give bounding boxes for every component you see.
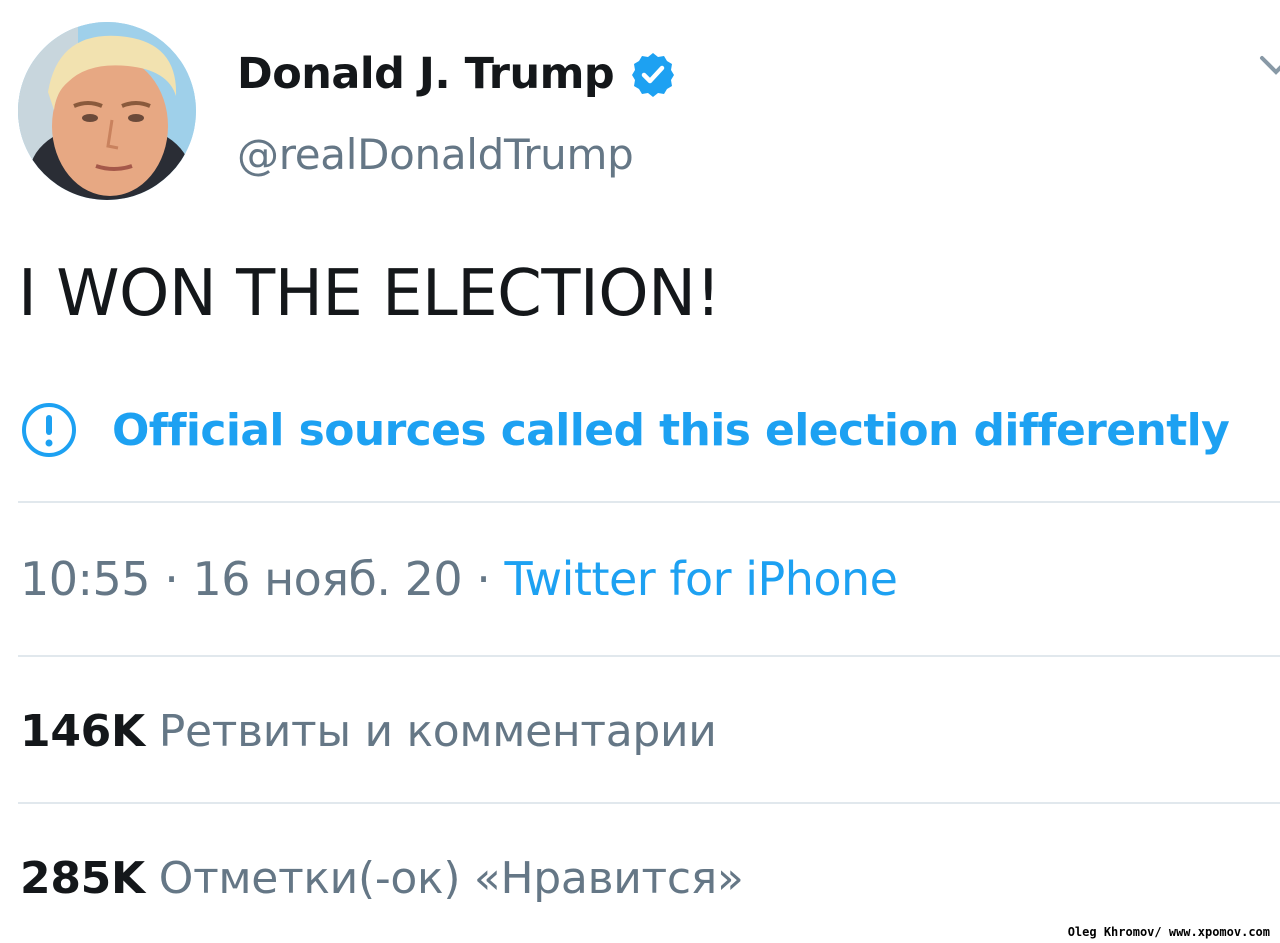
retweets-label: Ретвиты и комментарии: [158, 706, 717, 757]
likes-label: Отметки(-ок) «Нравится»: [158, 853, 744, 904]
watermark: Oleg Khromov/ www.xpomov.com: [1067, 925, 1270, 939]
meta-separator: ·: [164, 552, 179, 606]
tweet-time: 10:55: [20, 552, 151, 606]
avatar-portrait-icon: [18, 22, 196, 200]
tweet-date: 16 нояб. 20: [192, 552, 463, 606]
retweets-stat[interactable]: 146K Ретвиты и комментарии: [20, 706, 717, 757]
chevron-down-icon[interactable]: [1256, 52, 1280, 82]
author-name-row[interactable]: Donald J. Trump: [237, 44, 676, 104]
retweets-count: 146K: [20, 706, 145, 757]
meta-separator: ·: [476, 552, 491, 606]
election-notice[interactable]: Official sources called this election di…: [20, 400, 1230, 460]
display-name[interactable]: Donald J. Trump: [237, 49, 615, 99]
exclamation-circle-icon: [20, 401, 78, 459]
divider: [18, 501, 1280, 503]
avatar[interactable]: [18, 22, 196, 200]
divider: [18, 802, 1280, 804]
tweet-detail: Donald J. Trump @realDonaldTrump I WON T…: [0, 0, 1280, 943]
verified-badge-icon: [630, 51, 676, 97]
tweet-text: I WON THE ELECTION!: [18, 257, 721, 331]
likes-count: 285K: [20, 853, 145, 904]
tweet-metadata: 10:55 · 16 нояб. 20 · Twitter for iPhone: [20, 552, 898, 606]
tweet-source-link[interactable]: Twitter for iPhone: [505, 552, 898, 606]
user-handle[interactable]: @realDonaldTrump: [237, 130, 634, 179]
notice-link[interactable]: Official sources called this election di…: [112, 405, 1230, 456]
divider: [18, 655, 1280, 657]
likes-stat[interactable]: 285K Отметки(-ок) «Нравится»: [20, 853, 744, 904]
